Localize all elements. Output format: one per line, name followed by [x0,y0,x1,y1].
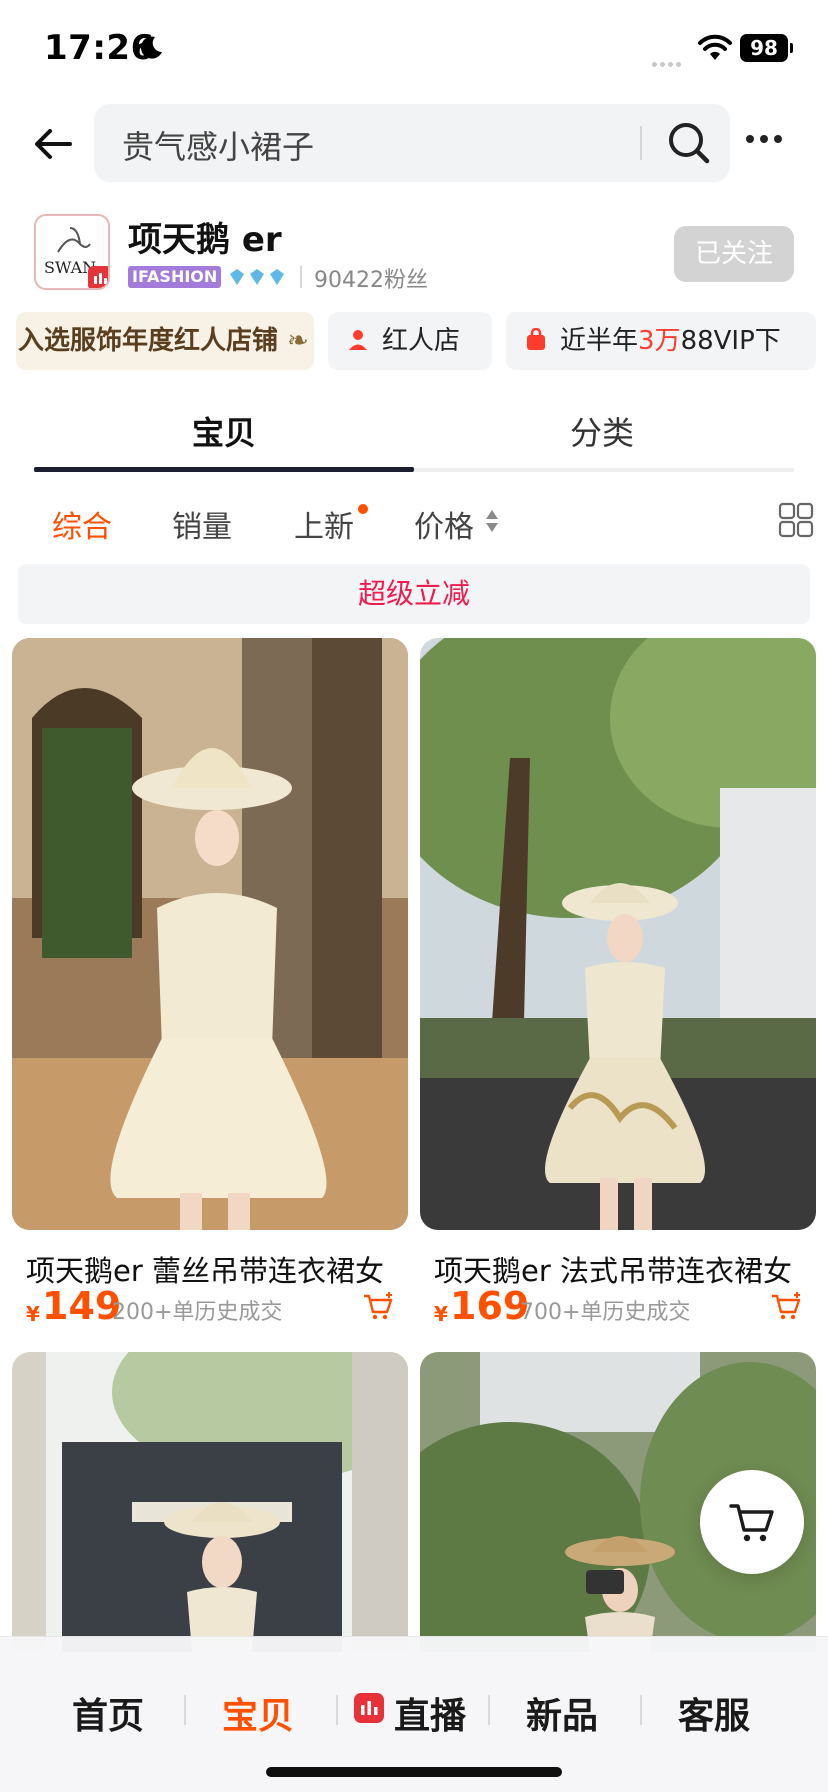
meta-divider [300,266,302,288]
currency-symbol: ¥ [434,1302,448,1326]
tab-items[interactable]: 宝贝 [192,408,256,454]
new-indicator-dot [358,504,368,514]
sort-new[interactable]: 上新 [294,502,354,546]
product-price: 149 [42,1284,122,1328]
product-image[interactable] [12,1352,408,1652]
person-icon [349,330,367,350]
product-price: 169 [450,1284,530,1328]
tab-active-indicator [34,467,414,472]
more-options-icon[interactable] [746,128,796,158]
red-store-label: 红人店 [382,326,461,356]
search-bar[interactable]: 贵气感小裙子 [94,104,730,182]
nav-divider [184,1695,186,1725]
ifashion-badge: IFASHION [128,266,222,288]
add-to-cart-icon[interactable] [362,1290,396,1322]
product-photo [12,1352,408,1652]
store-name[interactable]: 项天鹅 er [128,212,282,261]
moon-icon [140,36,162,59]
promo-banner[interactable]: 超级立减 [18,564,810,624]
wifi-icon [698,34,732,60]
vip-chip[interactable]: 近半年3万88VIP下 [506,312,816,370]
follow-button[interactable]: 已关注 [674,226,794,282]
home-indicator[interactable] [266,1767,562,1777]
product-image[interactable] [420,638,816,1230]
swan-icon [57,227,91,253]
laurel-icon: ❧ [287,326,309,356]
nav-customer-service[interactable]: 客服 [678,1687,750,1739]
store-logo[interactable]: SWAN [34,214,110,290]
add-to-cart-icon[interactable] [770,1290,804,1322]
grid-view-icon[interactable] [778,502,814,538]
sort-price[interactable]: 价格 [414,502,474,546]
award-chip[interactable]: 入选服饰年度红人店铺 ❧ [16,312,314,370]
tab-category[interactable]: 分类 [570,408,634,454]
product-photo [420,638,816,1230]
search-placeholder: 贵气感小裙子 [122,128,315,166]
nav-new-arrivals[interactable]: 新品 [526,1687,598,1739]
sort-arrows-icon[interactable] [484,508,500,534]
red-store-chip[interactable]: 红人店 [328,312,492,370]
sales-count: 700+单历史成交 [520,1300,691,1325]
battery-indicator: 98 [740,34,788,62]
award-chip-label: 入选服饰年度红人店铺 [18,326,279,356]
vip-suffix: 88VIP下 [680,326,781,356]
shopping-bag-icon [527,328,545,350]
vip-count: 3万 [638,326,681,356]
fans-count: 90422粉丝 [314,268,428,293]
diamond-rating-icon [230,269,284,285]
nav-divider [336,1695,338,1725]
sort-sales[interactable]: 销量 [172,502,232,546]
live-icon[interactable] [354,1693,384,1723]
signal-icon [652,52,684,71]
currency-symbol: ¥ [26,1302,40,1326]
product-photo [12,638,408,1230]
cart-icon [729,1504,774,1542]
nav-divider [488,1695,490,1725]
product-image[interactable] [12,638,408,1230]
battery-tip [790,43,793,53]
bottom-navigation: 首页 宝贝 直播 新品 客服 [0,1636,828,1792]
floating-cart-button[interactable] [700,1470,804,1574]
nav-items[interactable]: 宝贝 [222,1687,294,1739]
nav-home[interactable]: 首页 [72,1687,144,1739]
sort-comprehensive[interactable]: 综合 [52,502,112,546]
back-arrow-icon[interactable] [30,120,78,168]
search-divider [640,126,642,160]
search-icon[interactable] [664,118,714,168]
vip-prefix: 近半年 [560,326,639,356]
sales-count: 200+单历史成交 [112,1300,283,1325]
nav-live[interactable]: 直播 [394,1687,466,1739]
nav-divider [640,1695,642,1725]
live-badge-icon [88,266,108,288]
